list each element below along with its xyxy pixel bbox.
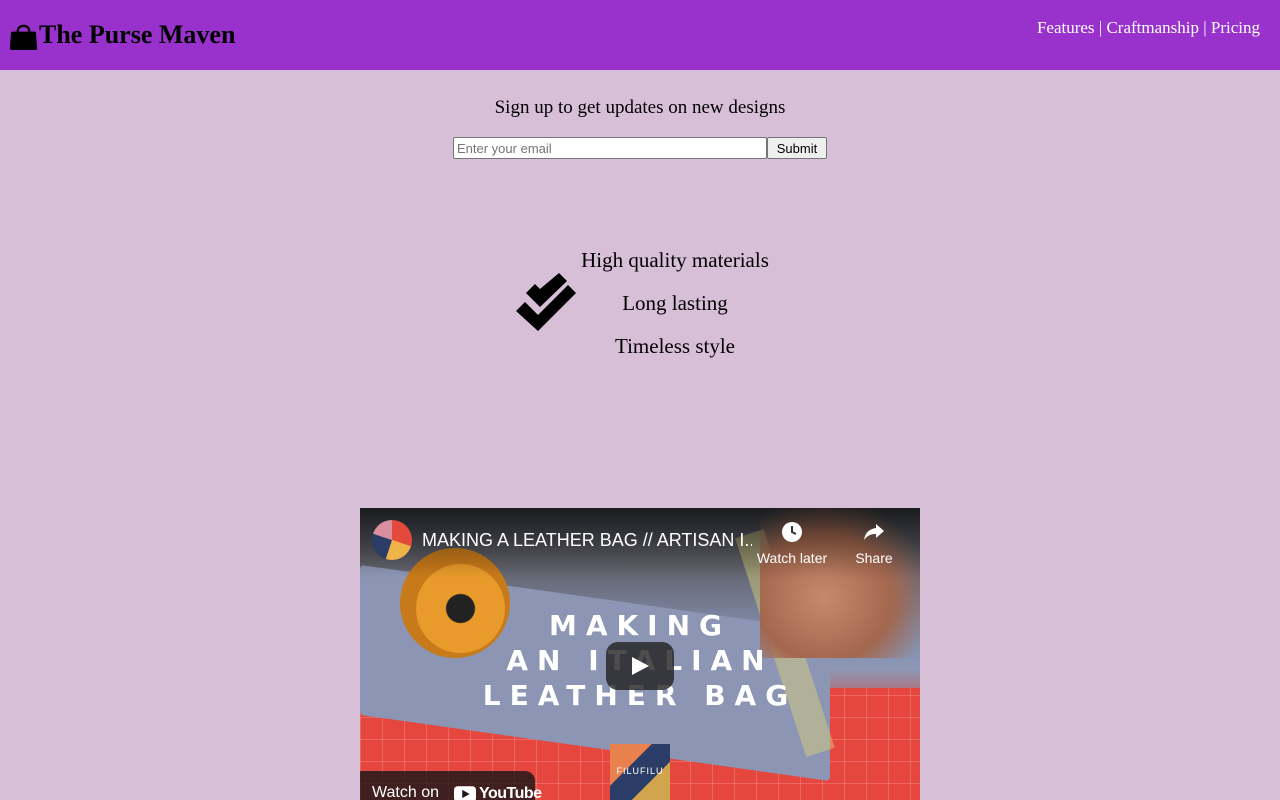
site-header: The Purse Maven Features | Craftmanship … (0, 0, 1280, 70)
youtube-logo: YouTube (454, 785, 542, 800)
channel-avatar[interactable] (372, 520, 412, 560)
nav-link-features[interactable]: Features (1037, 18, 1095, 37)
watch-later-button[interactable]: Watch later (752, 520, 832, 566)
filufilu-logo: FILUFILU (610, 744, 670, 800)
video-heading-line: MAKING (548, 609, 732, 642)
watch-on-label: Watch on (372, 784, 439, 800)
clock-icon (780, 520, 804, 544)
watch-later-label: Watch later (756, 550, 828, 566)
play-button[interactable] (606, 642, 674, 690)
handbag-icon (8, 20, 39, 51)
nav-link-pricing[interactable]: Pricing (1211, 18, 1260, 37)
share-label: Share (855, 550, 893, 566)
logo[interactable]: The Purse Maven (8, 18, 235, 52)
feature-item: High quality materials (581, 248, 769, 272)
nav-separator: | (1198, 18, 1211, 37)
share-icon (862, 520, 886, 544)
signup-prompt: Sign up to get updates on new designs (494, 97, 786, 118)
youtube-wordmark: YouTube (479, 785, 542, 800)
feature-item: Long lasting (622, 291, 728, 315)
main-nav: Features | Craftmanship | Pricing (1037, 18, 1260, 38)
watch-on-youtube-button[interactable]: Watch on YouTube (360, 771, 542, 800)
submit-button[interactable]: Submit (767, 137, 827, 159)
video-title[interactable]: MAKING A LEATHER BAG // ARTISAN I... (422, 530, 752, 551)
youtube-icon (454, 786, 476, 800)
nav-link-craftmanship[interactable]: Craftmanship (1106, 18, 1199, 37)
nav-separator: | (1094, 18, 1107, 37)
brand-name: The Purse Maven (39, 20, 236, 49)
filufilu-text: FILUFILU (616, 766, 664, 776)
signup-form: Submit (453, 137, 827, 159)
video-embed[interactable]: MAKING A LEATHER BAG // ARTISAN I... Wat… (360, 508, 920, 800)
double-check-icon (516, 273, 576, 333)
share-button[interactable]: Share (844, 520, 904, 566)
play-icon (632, 657, 649, 675)
email-field[interactable] (453, 137, 767, 159)
feature-item: Timeless style (615, 334, 735, 358)
